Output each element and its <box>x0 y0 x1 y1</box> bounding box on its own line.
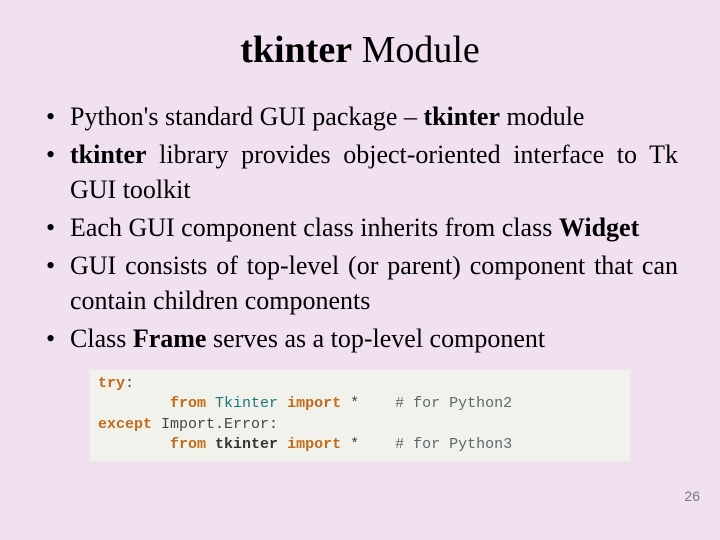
bullet-3-pre: Each GUI component class inherits from c… <box>70 213 559 242</box>
code-comment-1: # for Python2 <box>395 395 512 412</box>
slide-title: tkinter Module <box>42 28 678 72</box>
bullet-2-post: library provides object-oriented interfa… <box>70 140 678 203</box>
code-mod-2: tkinter <box>215 436 278 453</box>
bullet-3: Each GUI component class inherits from c… <box>42 211 678 245</box>
code-try-colon: : <box>125 375 134 392</box>
bullet-4: GUI consists of top-level (or parent) co… <box>42 249 678 318</box>
code-block: try: from Tkinter import * # for Python2… <box>90 370 630 461</box>
bullet-5-post: serves as a top-level component <box>206 324 545 353</box>
bullet-1-bold: tkinter <box>423 102 500 131</box>
code-comment-2: # for Python3 <box>395 436 512 453</box>
bullet-1-pre: Python's standard GUI package – <box>70 102 423 131</box>
bullet-5-pre: Class <box>70 324 133 353</box>
code-star-1: * <box>341 395 359 412</box>
slide: tkinter Module Python's standard GUI pac… <box>0 0 720 540</box>
code-mod-1: Tkinter <box>215 395 278 412</box>
title-bold: tkinter <box>240 29 352 71</box>
bullet-4-text: GUI consists of top-level (or parent) co… <box>70 251 678 314</box>
bullet-list: Python's standard GUI package – tkinter … <box>42 100 678 356</box>
bullet-5-bold: Frame <box>133 324 207 353</box>
title-rest: Module <box>352 29 480 71</box>
bullet-1-post: module <box>500 102 585 131</box>
bullet-3-bold: Widget <box>559 213 639 242</box>
bullet-2: tkinter library provides object-oriented… <box>42 138 678 207</box>
page-number: 26 <box>684 488 700 504</box>
code-import-2: import <box>287 436 341 453</box>
code-from-1: from <box>170 395 206 412</box>
bullet-5: Class Frame serves as a top-level compon… <box>42 322 678 356</box>
code-star-2: * <box>341 436 359 453</box>
code-except-err: Import.Error: <box>152 416 278 433</box>
code-try: try <box>98 375 125 392</box>
bullet-2-bold: tkinter <box>70 140 147 169</box>
code-except: except <box>98 416 152 433</box>
code-import-1: import <box>287 395 341 412</box>
code-from-2: from <box>170 436 206 453</box>
bullet-1: Python's standard GUI package – tkinter … <box>42 100 678 134</box>
